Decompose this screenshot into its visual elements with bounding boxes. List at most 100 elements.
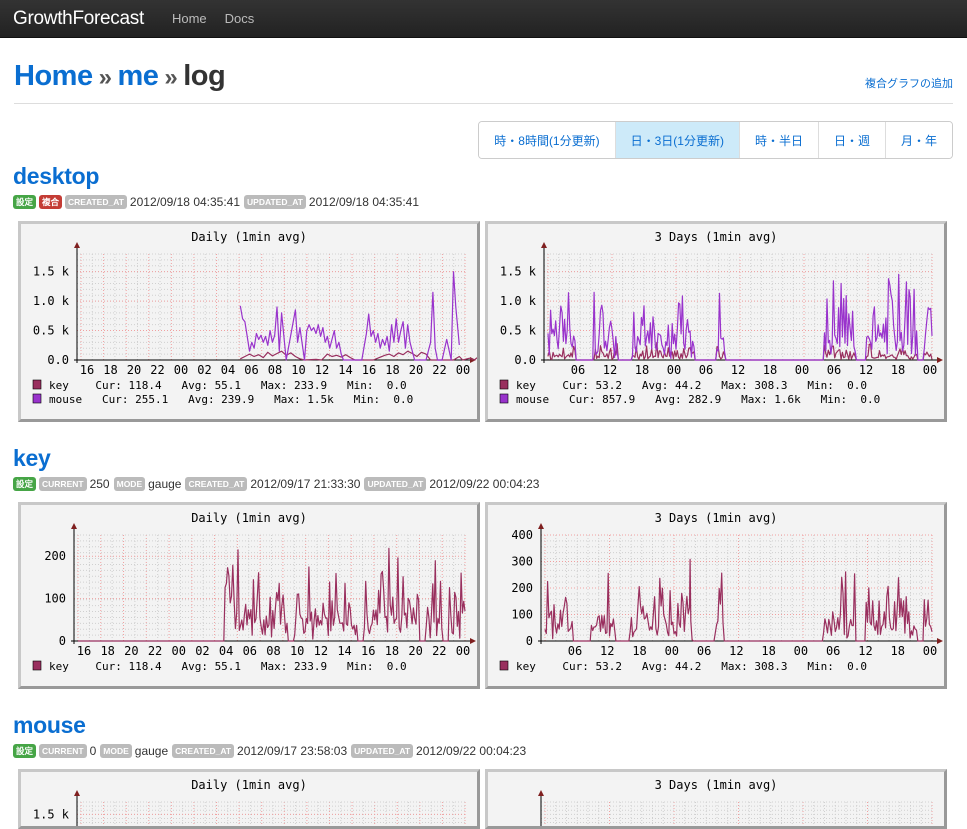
complex-badge: 複合: [39, 195, 63, 209]
settings-badge[interactable]: 設定: [13, 195, 37, 209]
mode-label: MODE: [113, 477, 146, 491]
legend-swatch-mouse: [32, 393, 42, 404]
x-tick-label: 00: [667, 363, 681, 377]
updated-at-value: 2012/09/22 00:04:23: [429, 477, 540, 491]
series-line-key: [240, 350, 477, 361]
graph-meta: 設定 CURRENT 0 MODE gauge CREATED_AT 2012/…: [13, 743, 530, 759]
x-tick-label: 06: [697, 644, 711, 658]
tab-3days[interactable]: 日・3日(1分更新): [614, 122, 739, 158]
x-tick-label: 12: [858, 644, 872, 658]
x-tick-label: 06: [699, 363, 713, 377]
x-tick-label: 06: [568, 644, 582, 658]
x-axis-arrow-icon: [937, 357, 943, 363]
y-axis-arrow-icon: [538, 790, 544, 796]
mode-label: MODE: [100, 744, 132, 758]
chart-title: 3 Days (1min avg): [655, 511, 778, 525]
x-tick-label: 00: [795, 363, 809, 377]
section-mouse: mouse 設定 CURRENT 0 MODE gauge CREATED_AT…: [13, 712, 530, 759]
nav-docs[interactable]: Docs: [225, 11, 255, 26]
y-tick-label: 0.5 k: [33, 324, 70, 338]
breadcrumb-me[interactable]: me: [117, 60, 158, 92]
current-value: 0: [89, 744, 97, 758]
y-tick-label: 1.5 k: [33, 265, 70, 279]
x-tick-label: 10: [290, 644, 304, 658]
legend-entry-key: key Cur: 53.2 Avg: 44.2 Max: 308.3 Min: …: [516, 379, 867, 392]
x-tick-label: 12: [315, 363, 329, 377]
tab-8hours[interactable]: 時・8時間(1分更新): [479, 122, 615, 158]
x-tick-label: 16: [80, 363, 94, 377]
chart-title: Daily (1min avg): [191, 511, 307, 525]
x-tick-label: 18: [100, 644, 114, 658]
breadcrumb: Home» me» log: [14, 60, 226, 93]
x-tick-label: 02: [197, 363, 211, 377]
settings-badge[interactable]: 設定: [13, 477, 37, 491]
x-tick-label: 04: [221, 363, 235, 377]
graph-desktop-3days[interactable]: 3 Days (1min avg) 0.0 0.5 k 1.0 k 1.5 k 06 12 1…: [485, 221, 947, 422]
graph-key-3days[interactable]: 3 Days (1min avg) 0 100 200 300 400 06 12 18 00 06…: [485, 502, 947, 689]
y-tick-label: 200: [511, 581, 533, 595]
y-tick-label: 100: [511, 608, 533, 622]
x-tick-label: 12: [314, 644, 328, 658]
created-at-value: 2012/09/17 23:58:03: [237, 744, 348, 758]
tab-halfday[interactable]: 時・半日: [738, 122, 818, 158]
graph-key-daily[interactable]: Daily (1min avg) 0 100 200 16 18 20 22 00 02 04 06 0…: [18, 502, 480, 689]
y-axis-arrow-icon: [74, 242, 80, 248]
graph-title-key[interactable]: key: [13, 445, 543, 473]
x-tick-label: 00: [172, 644, 186, 658]
x-tick-label: 00: [456, 644, 470, 658]
created-at-label: CREATED_AT: [65, 195, 127, 209]
current-value: 250: [89, 477, 110, 491]
x-tick-label: 08: [266, 644, 280, 658]
breadcrumb-separator: »: [164, 64, 178, 91]
y-tick-label: 0.5 k: [500, 324, 537, 338]
x-tick-label: 18: [103, 363, 117, 377]
x-tick-label: 20: [409, 363, 423, 377]
updated-at-label: UPDATED_AT: [364, 477, 427, 491]
legend-entry-mouse: mouse Cur: 857.9 Avg: 282.9 Max: 1.6k Mi…: [516, 393, 880, 406]
current-label: CURRENT: [39, 477, 87, 491]
x-tick-label: 12: [603, 363, 617, 377]
graph-title-desktop[interactable]: desktop: [13, 163, 423, 191]
y-tick-label: 0.0: [514, 353, 536, 367]
x-tick-label: 18: [385, 363, 399, 377]
chart-svg: 3 Days (1min avg): [538, 778, 934, 826]
x-tick-label: 18: [632, 644, 646, 658]
graph-meta: 設定 複合 CREATED_AT 2012/09/18 04:35:41 UPD…: [13, 194, 423, 210]
created-at-value: 2012/09/18 04:35:41: [129, 195, 241, 209]
y-tick-label: 1.5 k: [500, 265, 537, 279]
tab-year[interactable]: 月・年: [884, 122, 952, 158]
breadcrumb-current: log: [183, 60, 226, 92]
chart-svg: 3 Days (1min avg) 0 100 200 300 400 06 12 18 00 06…: [499, 511, 943, 673]
tab-week[interactable]: 日・週: [817, 122, 885, 158]
graph-mouse-3days[interactable]: 3 Days (1min avg): [485, 769, 947, 829]
chart-svg: Daily (1min avg) 1.5 k: [33, 778, 467, 826]
chart-svg: Daily (1min avg) 0.0 0.5 k 1.0 k 1.5 k 16 18 20…: [32, 230, 477, 406]
breadcrumb-home[interactable]: Home: [14, 60, 93, 92]
add-complex-graph-link[interactable]: 複合グラフの追加: [865, 75, 953, 91]
created-at-label: CREATED_AT: [185, 477, 248, 491]
y-tick-label: 0: [59, 634, 66, 648]
x-tick-label: 00: [665, 644, 679, 658]
graph-mouse-daily[interactable]: Daily (1min avg) 1.5 k: [18, 769, 480, 829]
y-tick-label: 0.0: [47, 353, 69, 367]
created-at-label: CREATED_AT: [172, 744, 235, 758]
x-tick-label: 12: [731, 363, 745, 377]
settings-badge[interactable]: 設定: [13, 744, 37, 758]
x-tick-label: 12: [600, 644, 614, 658]
y-axis-arrow-icon: [541, 242, 547, 248]
legend-entry-key: key Cur: 118.4 Avg: 55.1 Max: 233.9 Min:…: [49, 660, 407, 673]
x-tick-label: 16: [362, 363, 376, 377]
graph-desktop-daily[interactable]: Daily (1min avg) 0.0 0.5 k 1.0 k 1.5 k 16 18 20…: [18, 221, 480, 422]
legend-swatch-key: [32, 379, 42, 390]
x-tick-label: 08: [268, 363, 282, 377]
period-tabs: 時・8時間(1分更新) 日・3日(1分更新) 時・半日 日・週 月・年: [478, 121, 953, 159]
y-tick-label: 200: [44, 549, 66, 563]
nav-home[interactable]: Home: [172, 11, 207, 26]
brand-logo[interactable]: GrowthForecast: [13, 8, 144, 30]
mode-value: gauge: [134, 744, 169, 758]
graph-title-mouse[interactable]: mouse: [13, 712, 530, 740]
navbar: GrowthForecast Home Docs: [0, 0, 967, 38]
legend-swatch-key: [499, 660, 509, 671]
x-tick-label: 18: [891, 644, 905, 658]
updated-at-label: UPDATED_AT: [244, 195, 306, 209]
